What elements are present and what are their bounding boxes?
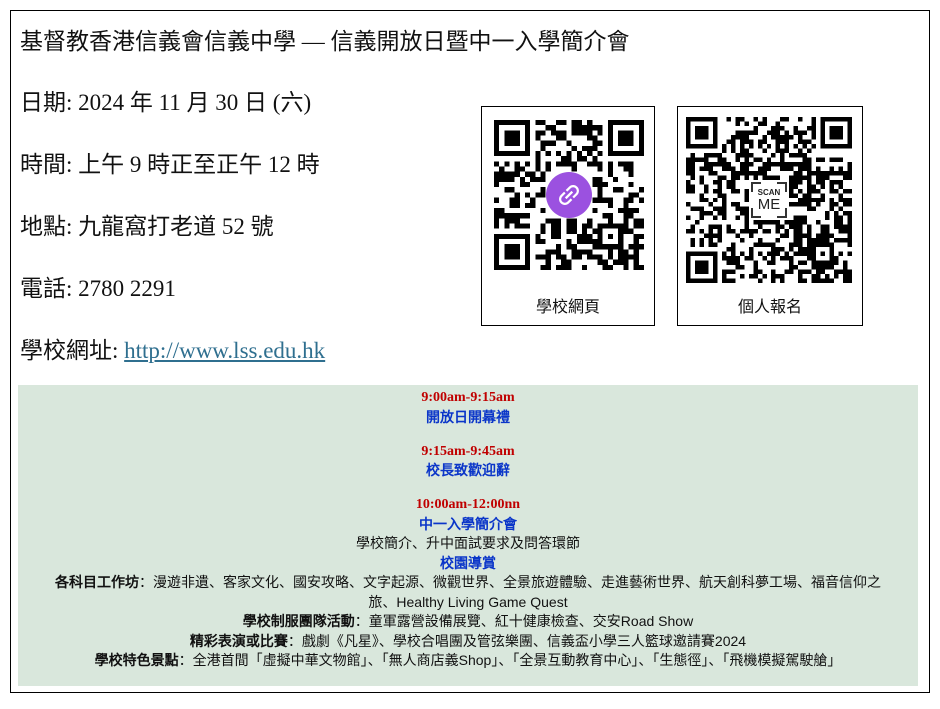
scan-me-label-bottom: ME [757,196,781,213]
qr-finder-layer [504,130,520,146]
slot-title: 中一入學簡介會 [419,515,517,532]
info-value: 2024 年 11 月 30 日 (六) [78,90,312,115]
activity-performances: 精彩表演或比賽：戲劇《凡星》、學校合唱團及管弦樂團、信義盃小學三人籃球邀請賽20… [50,632,886,652]
activity-label: 各科目工作坊 [55,574,139,590]
info-label: 日期: [20,90,73,115]
slot-time: 10:00am-12:00nn [415,497,521,512]
activity-text: ：童軍露營設備展覽、紅十健康檢查、交安Road Show [354,613,694,629]
schedule-panel: 9:00am-9:15am 開放日開幕禮 9:15am-9:45am 校長致歡迎… [18,385,918,686]
activity-label: 學校特色景點 [94,652,179,668]
scan-me-icon: SCAN ME [749,180,789,220]
qr-finder-pattern [820,117,852,149]
qr-finder-layer [820,251,826,257]
slot-description: 學校簡介、升中面試要求及問答環節 [356,535,580,551]
activity-text: ：戲劇《凡星》、學校合唱團及管弦樂團、信義盃小學三人籃球邀請賽2024 [287,632,747,649]
activity-label: 學校制服團隊活動 [242,613,355,629]
qr-caption-school-website: 學校網頁 [535,299,600,316]
link-icon [546,172,592,218]
qr-finder-layer [829,125,844,140]
school-website-link[interactable]: http://www.lss.edu.hk [124,338,325,363]
info-time: 時間: 上午 9 時正至正午 12 時 [20,150,320,180]
qr-card-school-website: 學校網頁 [481,106,655,326]
schedule-slot-briefing: 10:00am-12:00nn 中一入學簡介會 學校簡介、升中面試要求及問答環節… [50,495,886,671]
qr-finder-layer [504,244,520,260]
schedule-slot-welcome: 9:15am-9:45am 校長致歡迎辭 [50,442,886,481]
info-label: 學校網址: [20,338,119,363]
slot-title: 開放日開幕禮 [426,408,510,425]
link-icon-glyph [559,185,579,205]
slot-time: 9:00am-9:15am [421,390,515,405]
info-phone: 電話: 2780 2291 [20,274,176,304]
activity-label: 精彩表演或比賽 [189,632,288,649]
slot-title: 校長致歡迎辭 [426,462,510,478]
qr-finder-pattern [494,233,531,270]
qr-finder-pattern [811,242,835,266]
info-venue: 地點: 九龍窩打老道 52 號 [20,212,274,242]
info-date: 日期: 2024 年 11 月 30 日 (六) [20,88,311,118]
qr-finder-pattern [607,120,644,157]
activity-text: ：漫遊非遺、客家文化、國安攻略、文字起源、微觀世界、全景旅遊體驗、走進藝術世界、… [139,574,881,610]
qr-card-registration: SCAN ME 個人報名 [677,106,863,326]
info-value: 九龍窩打老道 52 號 [78,214,274,239]
info-value: 上午 9 時正至正午 12 時 [78,152,320,177]
info-label: 電話: [20,276,73,301]
slot-subtitle: 校園導賞 [440,554,496,571]
qr-finder-layer [618,130,634,146]
info-label: 地點: [20,214,73,239]
activity-text: ：全港首間「虛擬中華文物館」、「無人商店義Shop」、「全景互動教育中心」、「生… [178,652,842,668]
qr-finder-layer [694,125,709,140]
qr-caption-registration: 個人報名 [737,299,802,316]
qr-finder-pattern [686,251,718,283]
activity-subject-workshops: 各科目工作坊：漫遊非遺、客家文化、國安攻略、文字起源、微觀世界、全景旅遊體驗、走… [50,573,886,612]
slot-time: 9:15am-9:45am [421,443,515,459]
schedule-slot-opening: 9:00am-9:15am 開放日開幕禮 [50,388,886,427]
page-title: 基督教香港信義會信義中學 — 信義開放日暨中一入學簡介會 [20,29,630,54]
qr-finder-layer [694,260,709,275]
info-value: 2780 2291 [78,276,176,301]
qr-finder-pattern [597,223,624,250]
info-label: 時間: [20,152,73,177]
activity-school-features: 學校特色景點：全港首間「虛擬中華文物館」、「無人商店義Shop」、「全景互動教育… [50,651,886,671]
qr-finder-pattern [686,117,718,149]
activity-uniform-groups: 學校制服團隊活動：童軍露營設備展覽、紅十健康檢查、交安Road Show [50,612,886,632]
qr-finder-layer [607,233,613,239]
link-icon-path [559,185,579,205]
qr-finder-pattern [494,120,531,157]
info-website: 學校網址: http://www.lss.edu.hk [20,336,325,366]
